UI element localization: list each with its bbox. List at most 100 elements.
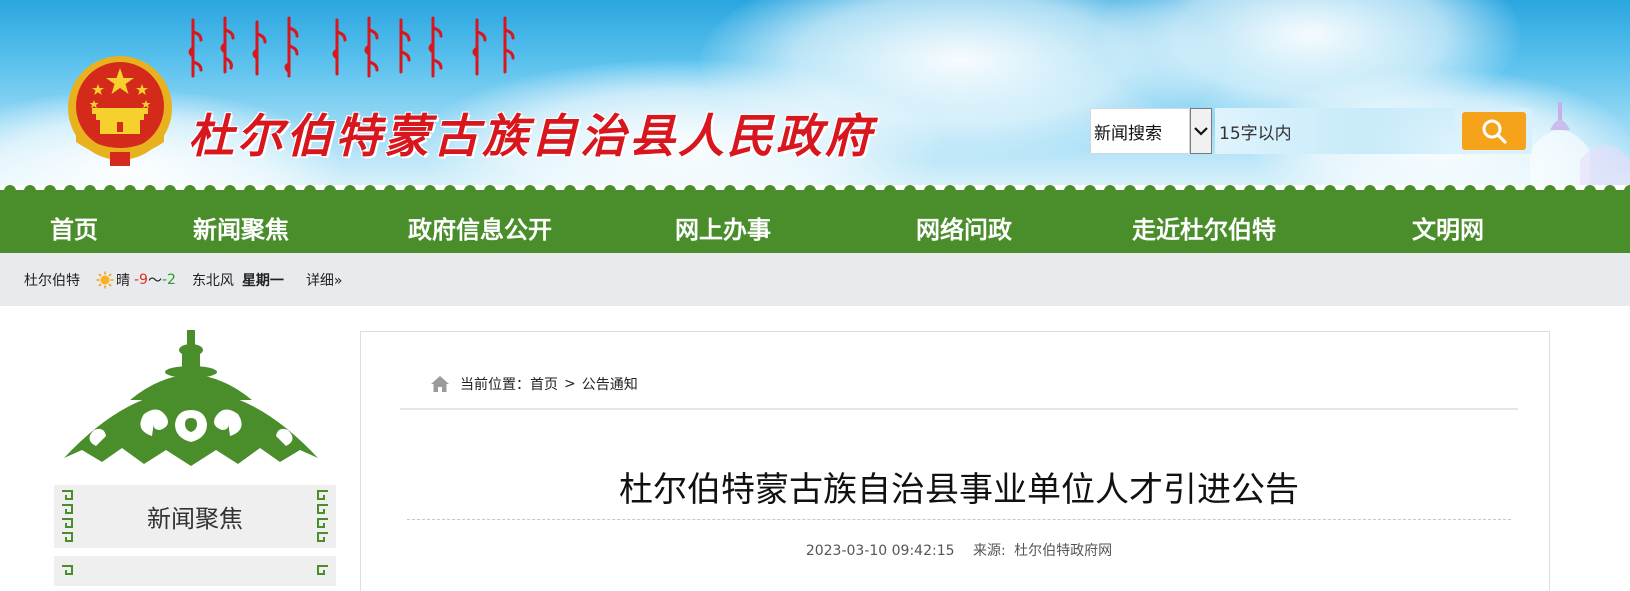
scallop-decoration [1084, 185, 1096, 197]
scallop-decoration [344, 185, 356, 197]
scallop-decoration [1324, 185, 1336, 197]
yurt-logo-icon [64, 330, 318, 466]
scallop-decoration [884, 185, 896, 197]
search-placeholder: 15字以内 [1219, 123, 1292, 144]
scallop-decoration [424, 185, 436, 197]
scallop-decoration [704, 185, 716, 197]
scallop-decoration [984, 185, 996, 197]
scallop-decoration [1384, 185, 1396, 197]
scallop-decoration [904, 185, 916, 197]
article-datetime: 2023-03-10 09:42:15 [805, 543, 955, 559]
nav-item-online-service[interactable]: 网上办事 [675, 210, 771, 245]
scallop-decoration [44, 185, 56, 197]
weather-temp-low: -9 [134, 271, 148, 288]
nav-item-gov-info[interactable]: 政府信息公开 [408, 210, 552, 245]
scallop-decoration [164, 185, 176, 197]
search-button-wrapper [1455, 108, 1532, 154]
scallop-decoration [284, 185, 296, 197]
scallop-decoration [744, 185, 756, 197]
article-meta: 2023-03-10 09:42:15 来源: 杜尔伯特政府网 [400, 540, 1518, 560]
sidebar-item-next[interactable] [54, 556, 336, 586]
scallop-decoration [1304, 185, 1316, 197]
nav-item-home[interactable]: 首页 [50, 210, 98, 245]
scallop-decoration [1144, 185, 1156, 197]
breadcrumb-separator: > [564, 376, 576, 392]
scallop-decoration [104, 185, 116, 197]
search-input[interactable]: 15字以内 [1215, 108, 1455, 154]
scallop-decoration [1344, 185, 1356, 197]
breadcrumb-current-link[interactable]: 公告通知 [582, 374, 638, 394]
select-arrow-button[interactable] [1190, 108, 1212, 154]
scallop-decoration [1604, 185, 1616, 197]
weather-wind: 东北风 [191, 272, 234, 289]
scallop-decoration [844, 185, 856, 197]
scallop-decoration [824, 185, 836, 197]
scallop-decoration [584, 185, 596, 197]
scallop-decoration [64, 185, 76, 197]
scallop-decoration [464, 185, 476, 197]
scallop-decoration [684, 185, 696, 197]
nav-item-civilization[interactable]: 文明网 [1412, 210, 1484, 245]
scallop-decoration [784, 185, 796, 197]
weather-bar: 杜尔伯特 晴 -9 ～ -2 东北风 星期一 详细» [0, 253, 1630, 306]
nav-item-about-county[interactable]: 走近杜尔伯特 [1132, 210, 1276, 245]
main-nav: 首页 新闻聚焦 政府信息公开 网上办事 网络问政 走近杜尔伯特 文明网 [0, 198, 1630, 253]
scallop-decoration [4, 185, 16, 197]
weather-temp-high: -2 [161, 271, 176, 288]
scallop-decoration [1584, 185, 1596, 197]
search-type-select[interactable]: 新闻搜索 [1090, 108, 1190, 154]
scallop-decoration [1104, 185, 1116, 197]
sidebar-item-label [54, 556, 336, 586]
scallop-decoration [1004, 185, 1016, 197]
home-icon [431, 376, 449, 392]
scallop-decoration [1484, 185, 1496, 197]
mongolian-script-logo [188, 16, 515, 78]
scallop-decoration [1424, 185, 1436, 197]
scallop-decoration [504, 185, 516, 197]
scallop-decoration [1044, 185, 1056, 197]
scallop-decoration [1224, 185, 1236, 197]
scallop-decoration [124, 185, 136, 197]
scallop-decoration [404, 185, 416, 197]
scallop-decoration [1364, 185, 1376, 197]
scallop-decoration [1444, 185, 1456, 197]
weather-temp-separator: ～ [147, 272, 162, 289]
scallop-decoration [444, 185, 456, 197]
weather-condition: 晴 [116, 272, 130, 289]
scallop-decoration [1164, 185, 1176, 197]
site-banner: 杜尔伯特蒙古族自治县人民政府 新闻搜索 15字以内 [0, 0, 1630, 185]
nav-item-online-inquiry[interactable]: 网络问政 [916, 210, 1012, 245]
scallop-decoration [964, 185, 976, 197]
scallop-decoration [944, 185, 956, 197]
national-emblem-icon [68, 56, 172, 166]
title-divider [407, 519, 1511, 520]
scallop-decoration [1124, 185, 1136, 197]
scallop-decoration [324, 185, 336, 197]
scallop-decoration [1264, 185, 1276, 197]
weather-detail-link[interactable]: 详细» [306, 270, 343, 290]
scallop-decoration [924, 185, 936, 197]
scallop-decoration [1564, 185, 1576, 197]
search-type-value: 新闻搜索 [1094, 123, 1162, 144]
site-title: 杜尔伯特蒙古族自治县人民政府 [188, 109, 874, 163]
article-source-label: 来源: [972, 543, 1006, 559]
chevron-down-icon [1194, 127, 1208, 136]
scallop-decoration [864, 185, 876, 197]
sun-icon [96, 271, 114, 288]
scallop-decoration [1544, 185, 1556, 197]
scallop-decoration [24, 185, 36, 197]
nav-item-news-focus[interactable]: 新闻聚焦 [193, 210, 289, 245]
scallop-decoration [524, 185, 536, 197]
breadcrumb-home-link[interactable]: 首页 [530, 374, 558, 394]
scallop-decoration [1064, 185, 1076, 197]
scallop-decoration [204, 185, 216, 197]
breadcrumb: 当前位置： 首页 > 公告通知 [430, 374, 638, 394]
article-source: 杜尔伯特政府网 [1014, 543, 1113, 559]
scallop-decoration [724, 185, 736, 197]
sidebar-item-news-focus[interactable]: 新闻聚焦 [54, 485, 336, 548]
search-bar: 新闻搜索 15字以内 [1090, 108, 1532, 154]
search-button[interactable] [1461, 112, 1526, 150]
scallop-decoration [624, 185, 636, 197]
scallop-decoration [564, 185, 576, 197]
scallop-decoration [244, 185, 256, 197]
